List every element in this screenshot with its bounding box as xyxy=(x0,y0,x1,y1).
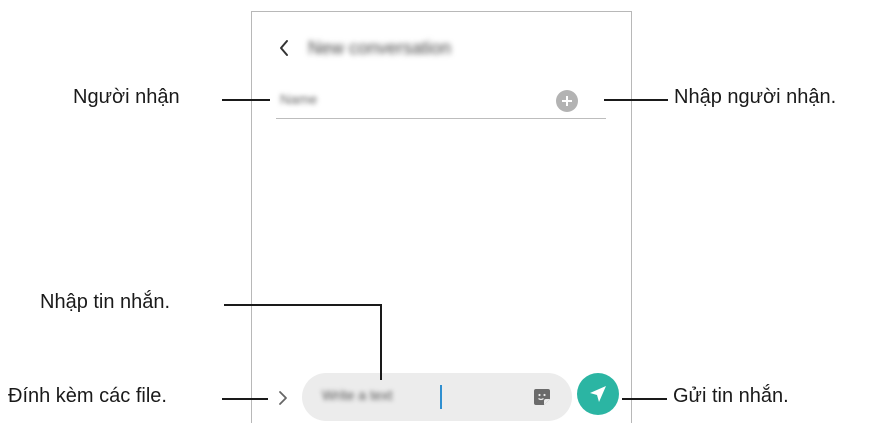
attach-button[interactable] xyxy=(274,386,292,410)
callout-recipient: Người nhận xyxy=(73,86,180,108)
callout-enter-recipient: Nhập người nhận. xyxy=(674,86,837,108)
chevron-left-icon xyxy=(280,40,288,56)
callout-line-recipient xyxy=(222,99,270,101)
callout-line-send-message xyxy=(622,398,667,400)
add-recipient-button[interactable] xyxy=(556,90,578,112)
callout-line-enter-message-h xyxy=(224,304,381,306)
callout-enter-message: Nhập tin nhắn. xyxy=(40,291,171,313)
recipient-hint: Name xyxy=(280,91,318,107)
back-button[interactable] xyxy=(274,36,294,60)
callout-line-enter-recipient xyxy=(604,99,668,101)
send-button[interactable] xyxy=(577,373,619,415)
paper-plane-icon xyxy=(590,386,606,402)
message-placeholder: Write a text xyxy=(322,387,393,403)
text-cursor xyxy=(440,385,442,409)
callout-attach-files: Đính kèm các file. xyxy=(8,385,167,407)
callout-send-message: Gửi tin nhắn. xyxy=(673,385,789,407)
callout-line-attach-files xyxy=(222,398,268,400)
sticker-icon[interactable] xyxy=(533,388,551,406)
plus-circle-icon xyxy=(562,96,572,106)
message-input[interactable]: Write a text xyxy=(302,373,572,421)
chevron-right-icon xyxy=(279,391,287,405)
callout-line-enter-message-v xyxy=(380,304,382,380)
phone-screen: New conversation Name Write a text xyxy=(251,11,632,423)
screen-title: New conversation xyxy=(308,38,452,58)
